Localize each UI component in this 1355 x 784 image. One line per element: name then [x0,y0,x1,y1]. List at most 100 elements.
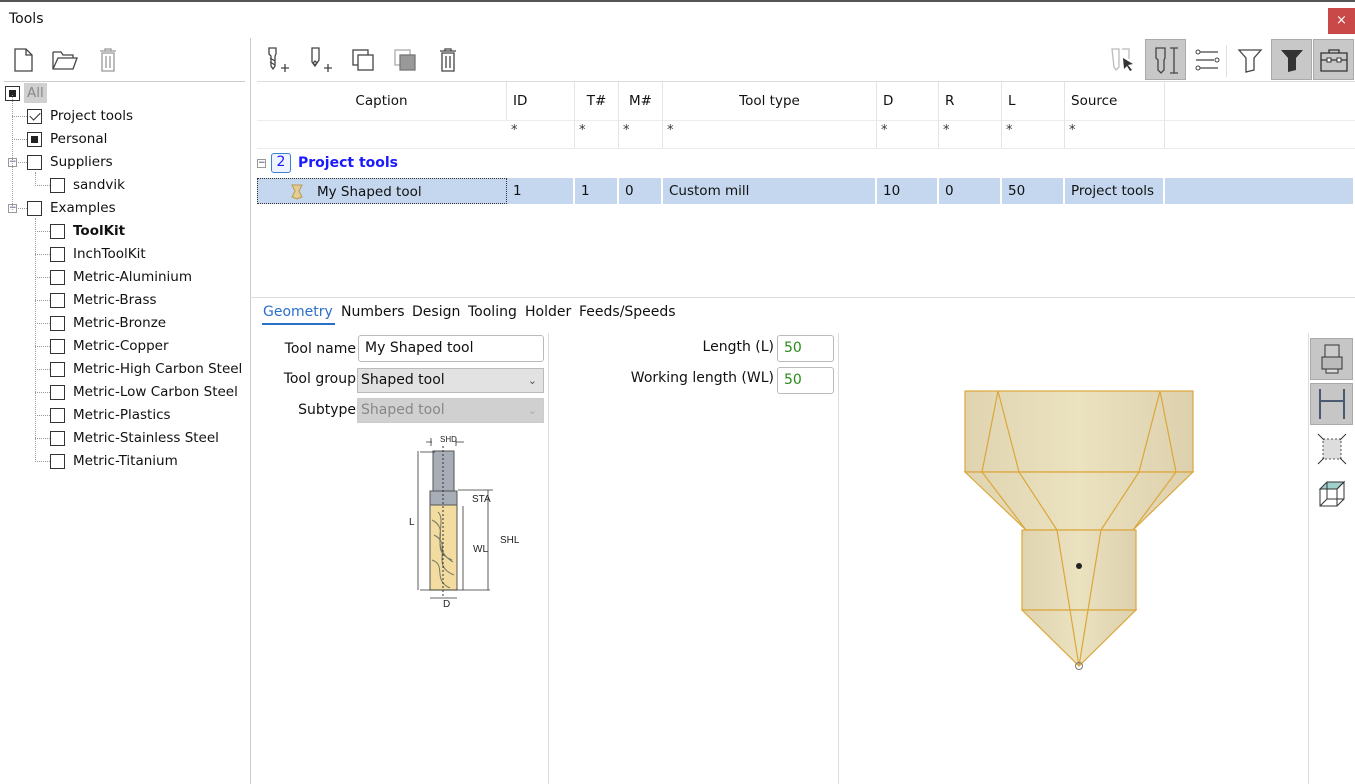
tree-connector [35,415,50,416]
column-filter[interactable]: * [1065,120,1165,148]
open-folder-icon[interactable] [50,45,80,75]
tree-item[interactable]: sandvik [50,174,125,196]
delete-tool-icon[interactable] [433,45,463,75]
add-mill-icon[interactable] [263,45,293,75]
checkbox[interactable] [50,292,65,308]
tree-connector [12,95,13,210]
tool-group-select[interactable]: Shaped tool ⌄ [357,368,544,393]
tree-item[interactable]: Metric-Stainless Steel [50,427,219,449]
tree-item[interactable]: Project tools [27,105,133,127]
tree-item-label: Personal [50,131,108,147]
cell-d: 10 [877,178,939,204]
tool-name-input[interactable]: My Shaped tool [358,335,544,362]
checkbox[interactable] [27,131,42,147]
tree-item[interactable]: Metric-Brass [50,289,157,311]
tree-item[interactable]: ToolKit [50,220,125,242]
length-input[interactable]: 50 [777,335,834,362]
tab-holder[interactable]: Holder [525,304,571,320]
collapse-icon[interactable]: − [257,158,266,168]
column-header[interactable]: T# [575,82,619,120]
column-filter[interactable]: * [507,120,575,148]
fit-view-icon[interactable] [1310,428,1353,470]
checkbox[interactable] [27,108,42,124]
column-header[interactable]: Tool type [663,82,877,120]
new-file-icon[interactable] [8,45,38,75]
tab-numbers[interactable]: Numbers [341,304,405,320]
column-header[interactable]: D [877,82,939,120]
column-filter[interactable]: * [575,120,619,148]
column-header[interactable]: Caption [257,82,507,120]
checkbox[interactable] [50,269,65,285]
subtype-value: Shaped tool [361,402,445,418]
filter-icon[interactable] [1235,45,1265,75]
tree-item[interactable]: Examples [27,197,116,219]
checkbox[interactable] [50,407,65,423]
paste-icon[interactable] [390,45,420,75]
subtype-select[interactable]: Shaped tool ⌄ [357,398,544,423]
tree-item[interactable]: Metric-Bronze [50,312,166,334]
add-insert-tool-icon[interactable] [306,45,336,75]
column-header[interactable]: M# [619,82,663,120]
tree-item[interactable]: Metric-Aluminium [50,266,192,288]
delete-icon[interactable] [93,45,123,75]
tree-item[interactable]: Personal [27,128,107,150]
checkbox[interactable] [27,154,42,170]
tree-item[interactable]: InchToolKit [50,243,146,265]
tree-item[interactable]: Metric-Copper [50,335,169,357]
tab-feeds-speeds[interactable]: Feeds/Speeds [579,304,676,320]
column-filter[interactable]: * [619,120,663,148]
tree-connector [35,346,50,347]
3d-view-cube-icon[interactable] [1310,473,1353,515]
tab-design[interactable]: Design [412,304,460,320]
divider [548,333,549,784]
dimensions-view-toggle[interactable] [1310,383,1353,425]
column-filter[interactable]: * [663,120,877,148]
cell-source: Project tools [1065,178,1165,204]
filter-active-toggle[interactable] [1271,39,1312,80]
splitter[interactable] [250,38,251,784]
select-tool-icon[interactable] [1108,45,1138,75]
checkbox[interactable] [50,315,65,331]
working-length-input[interactable]: 50 [777,367,834,394]
column-header[interactable]: L [1002,82,1065,120]
tool-3d-preview[interactable] [839,334,1308,784]
checkbox[interactable] [50,223,65,239]
tree-item[interactable]: Metric-Low Carbon Steel [50,381,238,403]
tree-connector [35,438,50,439]
diagram-label-shl: SHL [500,535,520,546]
column-header[interactable]: ID [507,82,575,120]
subtype-label: Subtype [298,402,356,418]
tree-item-label: Metric-Copper [73,338,169,354]
holder-view-toggle[interactable] [1310,338,1353,380]
close-button[interactable]: × [1328,8,1355,34]
row-filler [1165,178,1355,204]
tab-geometry[interactable]: Geometry [262,304,335,325]
tool-group-value: Shaped tool [361,372,445,388]
column-filter[interactable]: * [939,120,1002,148]
column-filter[interactable]: * [1002,120,1065,148]
tree-item-label: Metric-Aluminium [73,269,193,285]
checkbox[interactable] [50,246,65,262]
checkbox[interactable] [50,384,65,400]
tree-item[interactable]: Metric-Titanium [50,450,178,472]
tree-item[interactable]: Metric-Plastics [50,404,171,426]
checkbox[interactable] [50,177,65,193]
column-filter[interactable]: * [877,120,939,148]
checkbox[interactable] [50,430,65,446]
copy-icon[interactable] [348,45,378,75]
tree-item-label: All [24,83,47,103]
checkbox[interactable] [50,338,65,354]
column-header[interactable]: Source [1065,82,1165,120]
tree-item[interactable]: Metric-High Carbon Steel [50,358,242,380]
checkbox[interactable] [50,361,65,377]
checkbox[interactable] [27,200,42,216]
tree-item[interactable]: Suppliers [27,151,113,173]
settings-sliders-icon[interactable] [1193,45,1223,75]
column-header[interactable]: R [939,82,1002,120]
checkbox[interactable] [50,453,65,469]
tool-dimensions-toggle[interactable] [1145,39,1186,80]
toolbox-toggle[interactable] [1313,39,1354,80]
group-row-project-tools[interactable]: − 2 Project tools [257,151,398,175]
tab-tooling[interactable]: Tooling [468,304,517,320]
rotation-center-icon [1076,563,1082,569]
